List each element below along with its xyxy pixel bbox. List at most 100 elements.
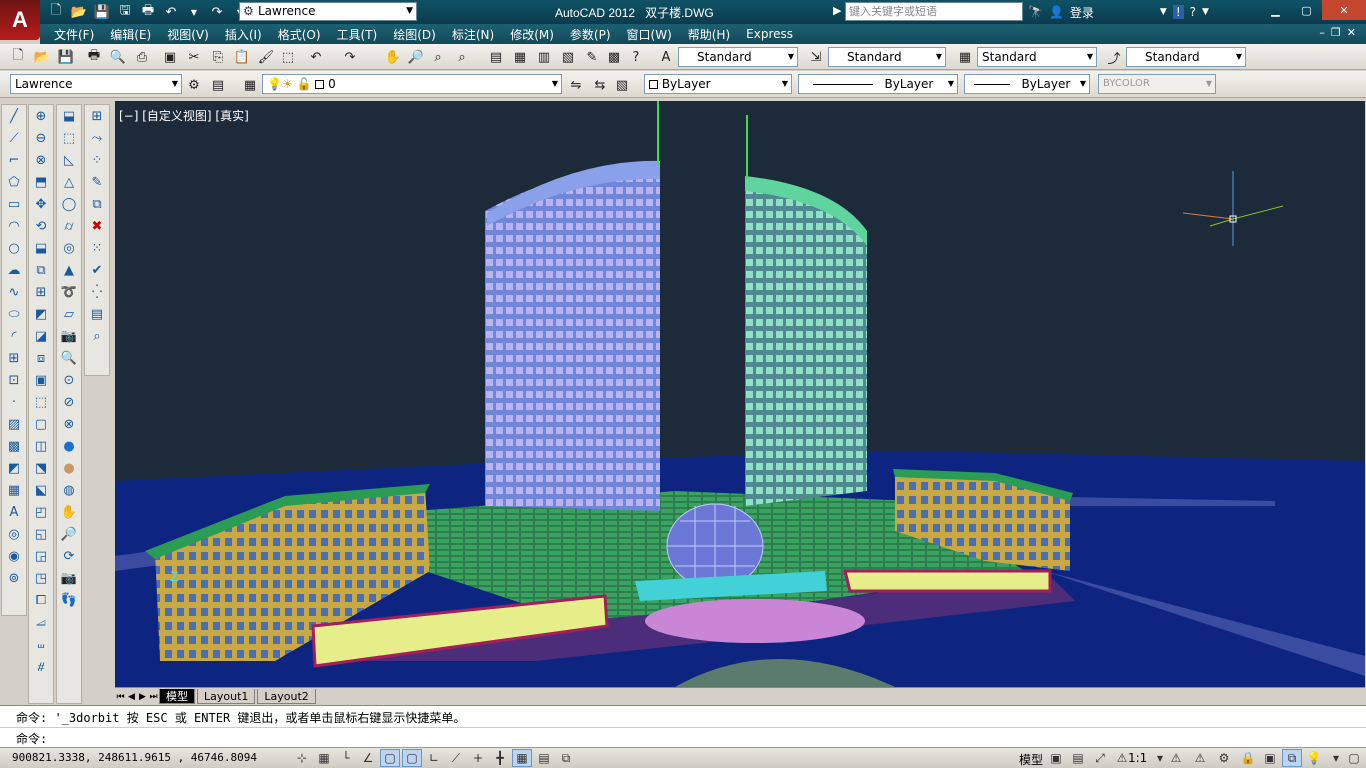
paste-icon[interactable]: 📋	[232, 47, 252, 67]
otrack-icon[interactable]: ∟	[424, 749, 444, 767]
color-select[interactable]: ByLayer ▼	[644, 74, 792, 94]
maximize-viewport-icon[interactable]: ⤢	[1090, 749, 1110, 767]
copy-icon[interactable]: ⎘	[208, 47, 228, 67]
slice-icon[interactable]: ◩	[29, 303, 53, 325]
workspace-settings-icon[interactable]: ⚙	[184, 75, 204, 95]
union-icon[interactable]: ◎	[2, 523, 26, 545]
maximize-icon[interactable]: ▢	[1291, 0, 1322, 20]
make-block-icon[interactable]: ⊡	[2, 369, 26, 391]
ellipse-icon[interactable]: ⬭	[2, 303, 26, 325]
markup-icon[interactable]: ✎	[582, 47, 602, 67]
sheet-set-icon[interactable]: ▧	[558, 47, 578, 67]
dim-style-icon[interactable]: ⇲	[806, 47, 826, 67]
layer-properties-icon[interactable]: ▤	[208, 75, 228, 95]
isolate-objects-icon[interactable]: ⧉	[1282, 749, 1302, 767]
line-icon[interactable]: ╱	[2, 105, 26, 127]
grid-icon[interactable]: ▦	[314, 749, 334, 767]
menu-help[interactable]: 帮助(H)	[680, 26, 738, 43]
walk-fly-icon[interactable]: 👣	[57, 589, 81, 611]
thicken-icon[interactable]: ▣	[29, 369, 53, 391]
layout-icon[interactable]: ▣	[1046, 749, 1066, 767]
linetype-select[interactable]: ByLayer ▼	[798, 74, 958, 94]
transparency-icon[interactable]: ▦	[512, 749, 532, 767]
ducs-icon[interactable]: ⟋	[446, 749, 466, 767]
group-icon[interactable]: ⁛	[85, 281, 109, 303]
workspace-select[interactable]: Lawrence ▼	[10, 74, 182, 94]
annotation-visibility-icon[interactable]: ⚠	[1166, 749, 1186, 767]
menu-dimension[interactable]: 标注(N)	[444, 26, 502, 43]
check-icon[interactable]: ⬕	[29, 479, 53, 501]
search-input[interactable]: 键入关键字或短语	[845, 2, 1023, 21]
helix-icon[interactable]: ➰	[57, 281, 81, 303]
menu-edit[interactable]: 编辑(E)	[102, 26, 159, 43]
match-properties-icon[interactable]: 🖌	[256, 47, 276, 67]
login-link[interactable]: 登录	[1070, 4, 1094, 21]
cylinder-icon[interactable]: ⌭	[57, 215, 81, 237]
save-icon[interactable]: 💾	[92, 3, 112, 21]
zoom-previous-icon[interactable]: ⌕	[452, 47, 472, 67]
point-icon[interactable]: ·	[2, 391, 26, 413]
menu-file[interactable]: 文件(F)	[46, 26, 102, 43]
gradient-icon[interactable]: ▩	[2, 435, 26, 457]
dropdown-icon[interactable]: ▼	[1160, 7, 1167, 17]
next-tab-icon[interactable]: ▶	[137, 692, 148, 702]
clean-icon[interactable]: ⬔	[29, 457, 53, 479]
tab-model[interactable]: 模型	[159, 689, 195, 704]
mleader-style-icon[interactable]: ⤴	[1104, 47, 1124, 67]
orbit-3d-icon[interactable]: ⟳	[57, 545, 81, 567]
redo-icon[interactable]: ↷	[340, 47, 360, 67]
layout2-icon[interactable]: ▤	[1068, 749, 1088, 767]
clean-screen-icon[interactable]: ▾	[1326, 749, 1346, 767]
cut-icon[interactable]: ✂	[184, 47, 204, 67]
imprint-icon[interactable]: ⬚	[29, 391, 53, 413]
move-3d-icon[interactable]: ✥	[29, 193, 53, 215]
zoom-icon[interactable]: 🔎	[57, 523, 81, 545]
lights-icon[interactable]: ⊘	[57, 391, 81, 413]
select-filter-icon[interactable]: ⁙	[85, 237, 109, 259]
array-3d-icon[interactable]: ⊞	[29, 281, 53, 303]
sphere-material-icon[interactable]: ●	[57, 435, 81, 457]
materials-icon[interactable]: ⊗	[57, 413, 81, 435]
layer-previous-icon[interactable]: ⇆	[590, 75, 610, 95]
construction-line-icon[interactable]: ⟋	[2, 127, 26, 149]
union-icon[interactable]: ⊕	[29, 105, 53, 127]
undo-icon[interactable]: ↶	[161, 3, 181, 21]
menu-modify[interactable]: 修改(M)	[502, 26, 562, 43]
mtext-icon[interactable]: A	[2, 501, 26, 523]
circle-icon[interactable]: ○	[2, 237, 26, 259]
wedge-icon[interactable]: ◺	[57, 149, 81, 171]
minimize-icon[interactable]: ▁	[1260, 0, 1291, 20]
offset-face-icon[interactable]: ◲	[29, 545, 53, 567]
workspace-select[interactable]: ⚙ Lawrence ▼	[239, 2, 417, 21]
drawing-viewport[interactable]: Z [−] [自定义视图] [真实]	[115, 101, 1365, 687]
selection-cycling-icon[interactable]: ⧉	[556, 749, 576, 767]
menu-draw[interactable]: 绘图(D)	[385, 26, 444, 43]
viewports-icon[interactable]: ⊞	[85, 105, 109, 127]
table-style-icon[interactable]: ▦	[955, 47, 975, 67]
quickcalc-icon[interactable]: ▩	[604, 47, 624, 67]
menu-window[interactable]: 窗口(W)	[619, 26, 680, 43]
user-icon[interactable]: 👤	[1049, 5, 1064, 19]
print-icon[interactable]: 🖶	[138, 3, 158, 21]
block-editor-icon[interactable]: ⬚	[278, 47, 298, 67]
polysolid-icon[interactable]: ⬓	[57, 105, 81, 127]
redo-icon[interactable]: ↷	[207, 3, 227, 21]
help-icon[interactable]: ?	[626, 47, 646, 67]
ellipse-arc-icon[interactable]: ◜	[2, 325, 26, 347]
application-menu-button[interactable]: A	[0, 0, 40, 40]
text-style-select[interactable]: Standard ▼	[678, 47, 798, 67]
zoom-realtime-icon[interactable]: 🔎	[406, 47, 426, 67]
lightbulb-icon[interactable]: 💡	[1304, 749, 1324, 767]
polyline-icon[interactable]: ⌐	[2, 149, 26, 171]
intersect-icon[interactable]: ⊚	[2, 567, 26, 589]
box-icon[interactable]: ⬚	[57, 127, 81, 149]
3d-osnap-icon[interactable]: ▢	[402, 749, 422, 767]
pan-icon[interactable]: ✋	[383, 47, 403, 67]
dropdown-icon[interactable]: ▼	[1202, 7, 1209, 17]
color-edge-icon[interactable]: ⧣	[29, 655, 53, 677]
infer-constraints-icon[interactable]: ⊹	[292, 749, 312, 767]
orbit-icon[interactable]: ⊙	[57, 369, 81, 391]
open-icon[interactable]: 📂	[32, 47, 52, 67]
ortho-icon[interactable]: └	[336, 749, 356, 767]
binoculars-icon[interactable]: 🔭	[1028, 5, 1043, 19]
